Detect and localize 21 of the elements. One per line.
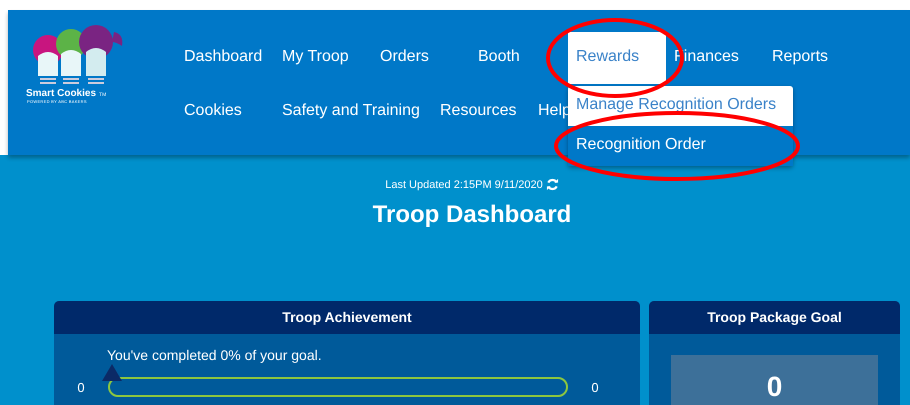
- nav-link[interactable]: Orders: [372, 32, 470, 84]
- logo-wordmark: Smart Cookies: [26, 88, 96, 99]
- nav-link[interactable]: Safety and Training: [274, 86, 432, 138]
- last-updated-text: Last Updated 2:15PM 9/11/2020: [385, 178, 543, 190]
- nav-link[interactable]: Cookies: [176, 86, 274, 138]
- progress-min-label: 0: [76, 380, 86, 394]
- nav-link[interactable]: Booth: [470, 32, 568, 84]
- refresh-icon[interactable]: [546, 178, 559, 191]
- nav-link[interactable]: My Troop: [274, 32, 372, 84]
- card-header: Troop Achievement: [54, 301, 640, 334]
- progress-max-label: 0: [590, 380, 600, 394]
- card-header: Troop Package Goal: [649, 301, 900, 334]
- goal-value: 0: [671, 355, 878, 405]
- nav-link[interactable]: Reports: [764, 32, 862, 84]
- nav-link[interactable]: Resources: [432, 86, 530, 138]
- page-title: Troop Dashboard: [372, 201, 572, 229]
- progress-message: You've completed 0% of your goal.: [107, 347, 323, 363]
- dropdown-item[interactable]: Manage Recognition Orders: [568, 86, 793, 126]
- nav-link[interactable]: Rewards: [568, 32, 666, 84]
- nav-link[interactable]: Dashboard: [176, 32, 274, 84]
- dropdown-item[interactable]: Recognition Order: [568, 126, 793, 166]
